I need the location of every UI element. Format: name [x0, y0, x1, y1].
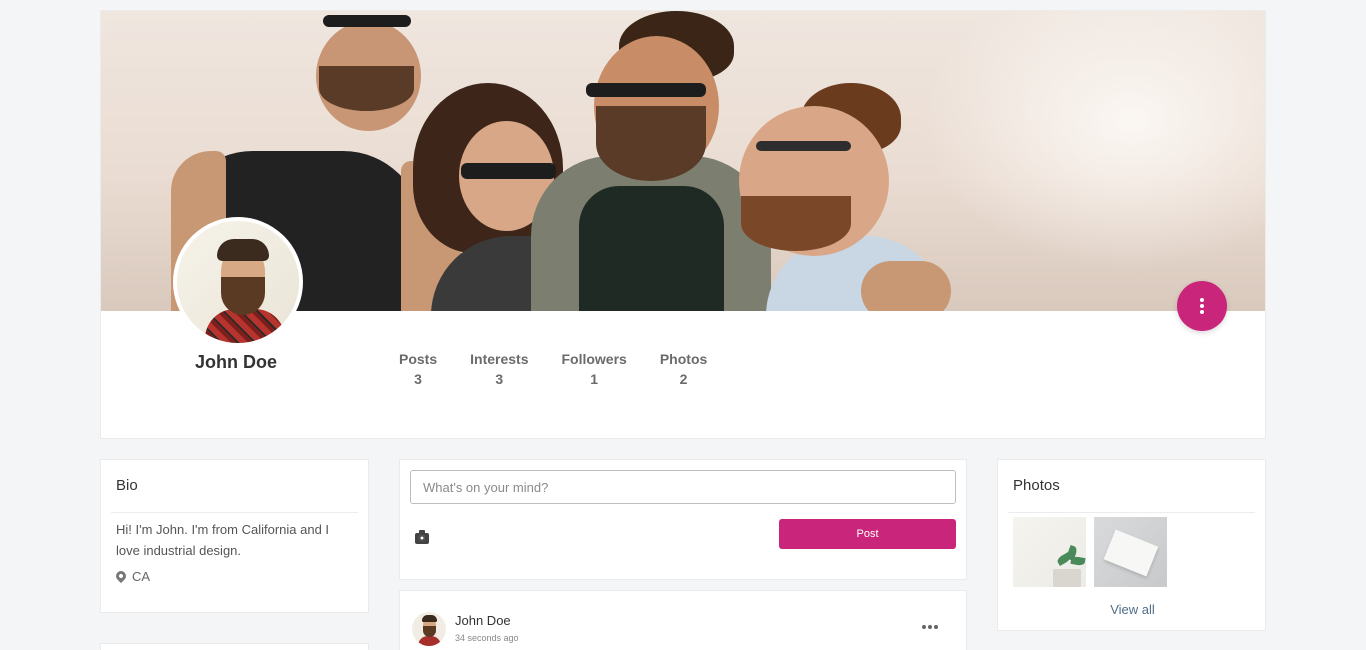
photos-title: Photos — [1013, 477, 1060, 494]
photo-thumbnail[interactable] — [1094, 517, 1167, 587]
post-card: John Doe 34 seconds ago — [399, 590, 967, 650]
more-horizontal-icon[interactable] — [922, 625, 940, 629]
post-button[interactable]: Post — [779, 519, 956, 549]
more-vertical-icon — [1200, 297, 1204, 315]
post-input[interactable] — [410, 470, 956, 504]
profile-header-card: John Doe Posts 3 Interests 3 Followers 1… — [100, 10, 1266, 439]
stat-label: Followers — [561, 351, 627, 367]
profile-avatar[interactable] — [173, 217, 303, 347]
photos-card: Photos View all — [997, 459, 1266, 631]
post-author-avatar[interactable] — [412, 612, 446, 646]
stat-label: Interests — [470, 351, 529, 367]
stat-followers[interactable]: Followers 1 — [561, 351, 626, 387]
stat-value: 1 — [590, 371, 599, 387]
stat-interests[interactable]: Interests 3 — [470, 351, 528, 387]
stat-value: 2 — [679, 371, 688, 387]
map-pin-icon — [113, 568, 129, 583]
stat-label: Posts — [399, 351, 438, 367]
divider — [1008, 512, 1255, 513]
camera-icon[interactable] — [415, 530, 429, 544]
bio-location-text: CA — [132, 569, 151, 584]
stat-value: 3 — [495, 371, 504, 387]
stat-posts[interactable]: Posts 3 — [399, 351, 437, 387]
profile-name: John Doe — [194, 352, 277, 372]
stat-photos[interactable]: Photos 2 — [660, 351, 707, 387]
bio-location: CA — [101, 561, 368, 584]
profile-menu-button[interactable] — [1177, 281, 1227, 331]
profile-stats: Posts 3 Interests 3 Followers 1 Photos 2 — [399, 351, 740, 387]
stat-label: Photos — [659, 351, 708, 367]
post-composer: Post — [399, 459, 967, 580]
bio-text: Hi! I'm John. I'm from California and I … — [116, 522, 330, 558]
view-all-photos-link[interactable]: View all — [998, 602, 1267, 617]
stat-value: 3 — [414, 371, 422, 387]
photo-thumbnail[interactable] — [1013, 517, 1086, 587]
bio-card: Bio Hi! I'm John. I'm from California an… — [100, 459, 369, 613]
post-timestamp: 34 seconds ago — [455, 633, 519, 643]
post-author-name[interactable]: John Doe — [455, 613, 511, 628]
secondary-card — [100, 643, 369, 650]
bio-title: Bio — [116, 477, 138, 494]
